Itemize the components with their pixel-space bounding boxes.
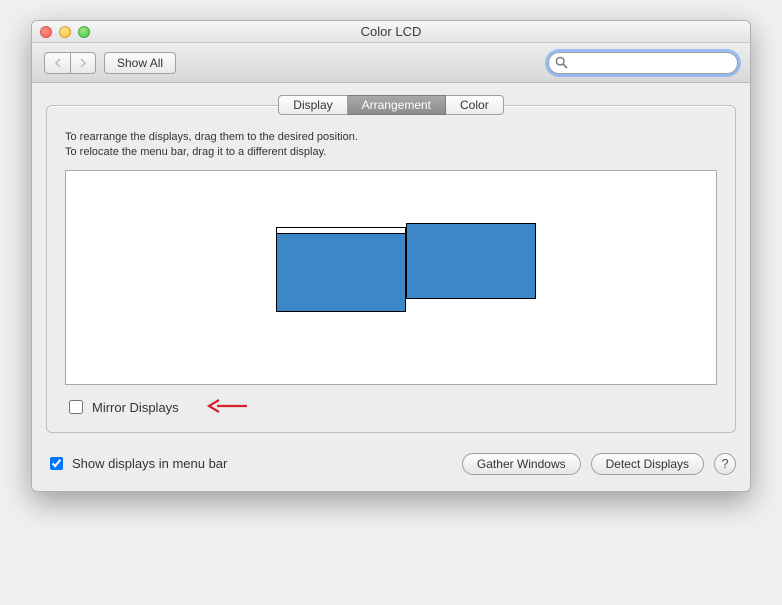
show-in-menubar-row: Show displays in menu bar bbox=[46, 454, 227, 473]
tab-color[interactable]: Color bbox=[446, 95, 504, 115]
detect-displays-button[interactable]: Detect Displays bbox=[591, 453, 704, 475]
nav-back-forward bbox=[44, 52, 96, 74]
content-area: Display Arrangement Color To rearrange t… bbox=[32, 83, 750, 491]
arrangement-panel: To rearrange the displays, drag them to … bbox=[46, 105, 736, 433]
tab-arrangement[interactable]: Arrangement bbox=[348, 95, 446, 115]
instructions-text: To rearrange the displays, drag them to … bbox=[65, 130, 717, 160]
annotation-arrow-icon bbox=[205, 397, 249, 418]
tab-bar: Display Arrangement Color bbox=[46, 95, 736, 115]
display-secondary[interactable] bbox=[406, 223, 536, 299]
chevron-right-icon bbox=[79, 58, 87, 68]
show-in-menubar-checkbox[interactable] bbox=[50, 457, 63, 470]
chevron-left-icon bbox=[54, 58, 62, 68]
back-button[interactable] bbox=[44, 52, 70, 74]
search-field-wrap bbox=[548, 52, 738, 74]
menu-bar-indicator[interactable] bbox=[277, 228, 405, 234]
footer-row: Show displays in menu bar Gather Windows… bbox=[46, 453, 736, 475]
gather-windows-button[interactable]: Gather Windows bbox=[462, 453, 581, 475]
mirror-displays-label: Mirror Displays bbox=[92, 400, 179, 415]
titlebar: Color LCD bbox=[32, 21, 750, 43]
show-in-menubar-label: Show displays in menu bar bbox=[72, 456, 227, 471]
preferences-window: Color LCD Show All Display Arrangement C… bbox=[31, 20, 751, 492]
display-primary[interactable] bbox=[276, 227, 406, 312]
minimize-window-button[interactable] bbox=[59, 26, 71, 38]
instruction-line-1: To rearrange the displays, drag them to … bbox=[65, 130, 717, 145]
close-window-button[interactable] bbox=[40, 26, 52, 38]
search-input[interactable] bbox=[548, 52, 738, 74]
search-icon bbox=[555, 56, 568, 72]
window-title: Color LCD bbox=[32, 24, 750, 39]
forward-button[interactable] bbox=[70, 52, 96, 74]
show-all-button[interactable]: Show All bbox=[104, 52, 176, 74]
tab-display[interactable]: Display bbox=[278, 95, 347, 115]
help-button[interactable]: ? bbox=[714, 453, 736, 475]
traffic-lights bbox=[32, 26, 90, 38]
instruction-line-2: To relocate the menu bar, drag it to a d… bbox=[65, 145, 717, 160]
display-arrangement-area[interactable] bbox=[65, 170, 717, 385]
mirror-displays-checkbox[interactable] bbox=[69, 400, 83, 414]
zoom-window-button[interactable] bbox=[78, 26, 90, 38]
mirror-displays-row: Mirror Displays bbox=[65, 397, 717, 418]
toolbar: Show All bbox=[32, 43, 750, 83]
